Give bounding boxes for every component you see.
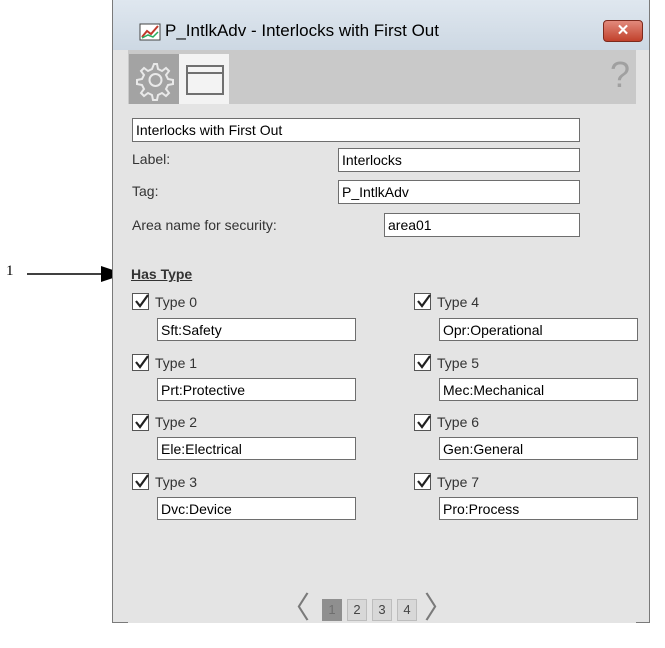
type-3-label: Type 3 xyxy=(155,474,198,490)
type-5-label: Type 5 xyxy=(437,355,480,371)
checkmark-icon xyxy=(417,294,431,308)
tag-field[interactable]: P_IntlkAdv xyxy=(338,180,580,204)
checkmark-icon xyxy=(135,415,149,429)
label-caption: Label: xyxy=(132,151,171,167)
type-6-checkbox[interactable] xyxy=(414,414,431,431)
tab-faceplate[interactable] xyxy=(179,54,229,104)
type-1-field[interactable]: Prt:Protective xyxy=(157,378,356,401)
toolbar: ? xyxy=(128,50,636,104)
type-5-field[interactable]: Mec:Mechanical xyxy=(439,378,638,401)
label-field[interactable]: Interlocks xyxy=(338,148,580,172)
type-2-field[interactable]: Ele:Electrical xyxy=(157,437,356,460)
type-7-checkbox[interactable] xyxy=(414,473,431,490)
type-3-checkbox[interactable] xyxy=(132,473,149,490)
area-field[interactable]: area01 xyxy=(384,213,580,237)
checkmark-icon xyxy=(417,415,431,429)
callout-number: 1 xyxy=(6,263,14,279)
type-0-field[interactable]: Sft:Safety xyxy=(157,318,356,341)
type-0-checkbox[interactable] xyxy=(132,293,149,310)
description-field[interactable]: Interlocks with First Out xyxy=(132,118,580,142)
checkmark-icon xyxy=(135,355,149,369)
page-button-1[interactable]: 1 xyxy=(322,599,342,621)
type-3-field[interactable]: Dvc:Device xyxy=(157,497,356,520)
type-1-label: Type 1 xyxy=(155,355,198,371)
help-button[interactable]: ? xyxy=(610,54,630,96)
close-button[interactable]: ✕ xyxy=(603,20,643,42)
page-button-4[interactable]: 4 xyxy=(397,599,417,621)
page-button-3[interactable]: 3 xyxy=(372,599,392,621)
tab-configuration[interactable] xyxy=(129,54,179,104)
checkmark-icon xyxy=(417,474,431,488)
type-7-field[interactable]: Pro:Process xyxy=(439,497,638,520)
title-bar: P_IntlkAdv - Interlocks with First Out ✕ xyxy=(113,0,649,50)
has-type-title: Has Type xyxy=(131,266,193,282)
tag-caption: Tag: xyxy=(132,183,159,199)
gear-icon xyxy=(136,63,174,101)
type-6-field[interactable]: Gen:General xyxy=(439,437,638,460)
page-button-2[interactable]: 2 xyxy=(347,599,367,621)
type-2-checkbox[interactable] xyxy=(132,414,149,431)
type-0-label: Type 0 xyxy=(155,294,198,310)
area-caption: Area name for security: xyxy=(132,217,277,233)
type-7-label: Type 7 xyxy=(437,474,480,490)
type-4-field[interactable]: Opr:Operational xyxy=(439,318,638,341)
faceplate-window: P_IntlkAdv - Interlocks with First Out ✕… xyxy=(112,0,650,624)
faceplate-content: ? Interlocks with First Out Label: Inter… xyxy=(128,50,638,624)
pager-next-button[interactable]: 〉 xyxy=(424,594,454,624)
checkmark-icon xyxy=(417,355,431,369)
type-4-label: Type 4 xyxy=(437,294,480,310)
type-6-label: Type 6 xyxy=(437,414,480,430)
app-icon xyxy=(139,23,161,41)
type-1-checkbox[interactable] xyxy=(132,354,149,371)
type-4-checkbox[interactable] xyxy=(414,293,431,310)
checkmark-icon xyxy=(135,474,149,488)
type-2-label: Type 2 xyxy=(155,414,198,430)
type-5-checkbox[interactable] xyxy=(414,354,431,371)
window-title: P_IntlkAdv - Interlocks with First Out xyxy=(165,21,439,40)
faceplate-icon xyxy=(186,65,224,95)
checkmark-icon xyxy=(135,294,149,308)
pager-prev-button[interactable]: 〈 xyxy=(280,594,310,624)
